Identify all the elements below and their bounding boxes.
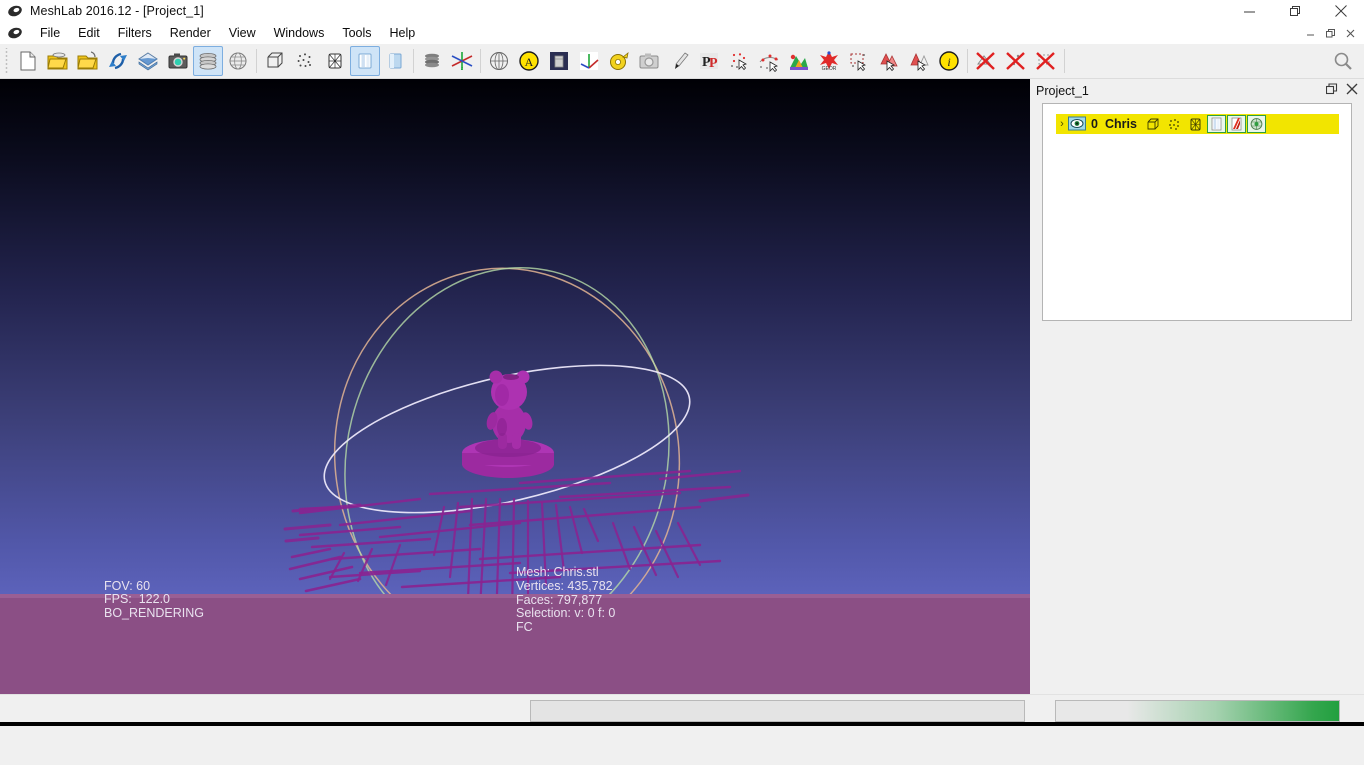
- delete-selected-faces-button[interactable]: [971, 46, 1001, 76]
- mdi-close-button[interactable]: [1340, 24, 1360, 42]
- layer-texture-icon[interactable]: [1226, 115, 1246, 133]
- screenshot-align-button[interactable]: [634, 46, 664, 76]
- mdi-minimize-button[interactable]: [1300, 24, 1320, 42]
- clear-selection-button[interactable]: [1031, 46, 1061, 76]
- layer-row-chris[interactable]: › 0 Chris: [1056, 114, 1339, 134]
- layer-list[interactable]: › 0 Chris: [1042, 103, 1352, 321]
- 3d-viewport[interactable]: FOV: 60 FPS: 122.0 BO_RENDERING Mesh: Ch…: [0, 79, 1030, 694]
- close-button[interactable]: [1318, 0, 1364, 22]
- title-bar: MeshLab 2016.12 - [Project_1]: [0, 0, 1364, 22]
- menu-filters[interactable]: Filters: [109, 23, 161, 43]
- toolbar-separator: [413, 49, 414, 73]
- restore-button[interactable]: [1272, 0, 1318, 22]
- show-mesh-info-button[interactable]: [223, 46, 253, 76]
- window-controls: [1226, 0, 1364, 22]
- open-project-button[interactable]: [43, 46, 73, 76]
- texture-layer-button[interactable]: [417, 46, 447, 76]
- viewport-left-overlay: FOV: 60 FPS: 122.0 BO_RENDERING: [104, 578, 205, 621]
- menu-edit[interactable]: Edit: [69, 23, 109, 43]
- expand-arrow-icon[interactable]: ›: [1056, 114, 1068, 134]
- layer-flat-icon[interactable]: [1206, 115, 1226, 133]
- wireframe-render-button[interactable]: [320, 46, 350, 76]
- svg-text:z: z: [461, 66, 464, 72]
- svg-text:P: P: [709, 56, 718, 71]
- colorize-button[interactable]: [784, 46, 814, 76]
- toolbar-separator: [967, 49, 968, 73]
- about-info-button[interactable]: i: [934, 46, 964, 76]
- menu-bar: File Edit Filters Render View Windows To…: [0, 22, 1364, 44]
- dock-title: Project_1: [1036, 84, 1089, 98]
- bounding-box-button[interactable]: [260, 46, 290, 76]
- new-project-button[interactable]: [13, 46, 43, 76]
- search-filters-icon[interactable]: [1328, 46, 1358, 76]
- layer-label: Chris: [1104, 117, 1137, 131]
- layer-smooth-icon[interactable]: [1246, 115, 1266, 133]
- select-connected-button[interactable]: [754, 46, 784, 76]
- toolbar-separator: [1064, 49, 1065, 73]
- menu-tools[interactable]: Tools: [333, 23, 380, 43]
- svg-text:A: A: [525, 55, 534, 69]
- progress-bar-fill: [1126, 701, 1339, 721]
- svg-text:GEOR: GEOR: [822, 66, 837, 72]
- flat-lines-render-button[interactable]: [350, 46, 380, 76]
- close-icon[interactable]: [1346, 83, 1358, 98]
- points-render-button[interactable]: [290, 46, 320, 76]
- meshlab-icon: [7, 25, 23, 41]
- progress-bar: [1055, 700, 1340, 722]
- window-title: MeshLab 2016.12 - [Project_1]: [30, 4, 204, 18]
- toolbar-grip[interactable]: [3, 47, 10, 75]
- georeference-button[interactable]: GEOR: [814, 46, 844, 76]
- meshlab-icon: [7, 3, 23, 19]
- status-message-area: [530, 700, 1025, 722]
- mdi-restore-button[interactable]: [1320, 24, 1340, 42]
- viewport-right-overlay: Mesh: Chris.stl Vertices: 435,782 Faces:…: [516, 565, 616, 635]
- status-bar: [0, 694, 1364, 726]
- layer-bbox-icon[interactable]: [1144, 115, 1163, 133]
- select-rect-button[interactable]: [844, 46, 874, 76]
- select-vertices-button[interactable]: [724, 46, 754, 76]
- menu-file[interactable]: File: [31, 23, 69, 43]
- layer-wireframe-icon[interactable]: [1186, 115, 1205, 133]
- menu-view[interactable]: View: [220, 23, 265, 43]
- toolbar-separator: [480, 49, 481, 73]
- menu-windows[interactable]: Windows: [265, 23, 334, 43]
- paint-tool-button[interactable]: [664, 46, 694, 76]
- mdi-window-controls: [1300, 24, 1360, 42]
- show-layer-dialog-button[interactable]: [193, 46, 223, 76]
- eye-icon[interactable]: [1068, 116, 1086, 132]
- pdf-export-button[interactable]: P P: [694, 46, 724, 76]
- delete-selected-vertices-button[interactable]: [1001, 46, 1031, 76]
- project-dock: Project_1 › 0 Chris: [1030, 79, 1364, 694]
- select-faces-button[interactable]: [874, 46, 904, 76]
- minimize-button[interactable]: [1226, 0, 1272, 22]
- menu-render[interactable]: Render: [161, 23, 220, 43]
- dock-title-bar: Project_1: [1036, 82, 1360, 100]
- show-quoted-box-button[interactable]: [544, 46, 574, 76]
- show-sphere-button[interactable]: [484, 46, 514, 76]
- align-axes-button[interactable]: z: [447, 46, 477, 76]
- show-axis-button[interactable]: A: [514, 46, 544, 76]
- snapshot-button[interactable]: [163, 46, 193, 76]
- layer-index: 0: [1091, 117, 1098, 131]
- select-face-pointer-button[interactable]: [904, 46, 934, 76]
- import-mesh-button[interactable]: [73, 46, 103, 76]
- save-project-button[interactable]: [133, 46, 163, 76]
- dock-title-buttons: [1325, 83, 1358, 98]
- measure-tool-button[interactable]: [604, 46, 634, 76]
- layer-points-icon[interactable]: [1165, 115, 1184, 133]
- main-toolbar: z A P P GEOR i: [0, 44, 1364, 79]
- show-trackball-button[interactable]: [574, 46, 604, 76]
- smooth-render-button[interactable]: [380, 46, 410, 76]
- toolbar-separator: [256, 49, 257, 73]
- reload-button[interactable]: [103, 46, 133, 76]
- meshlab-window: MeshLab 2016.12 - [Project_1] File Edit …: [0, 0, 1364, 726]
- svg-text:i: i: [947, 55, 950, 69]
- menu-help[interactable]: Help: [381, 23, 425, 43]
- restore-panel-icon[interactable]: [1325, 83, 1338, 98]
